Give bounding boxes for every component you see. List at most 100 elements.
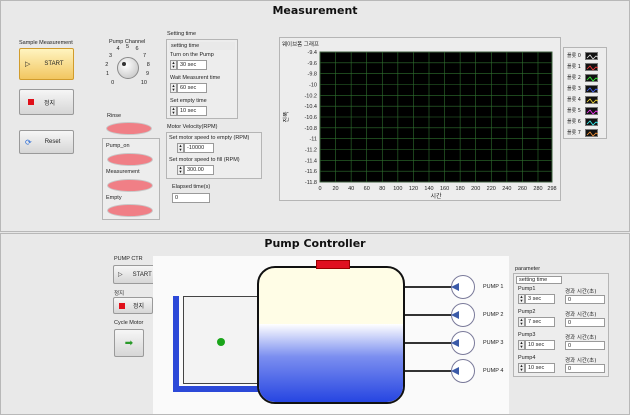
x-tick-label: 20: [333, 186, 339, 192]
pump-stop-button[interactable]: 정지: [113, 297, 153, 314]
turn-on-spinner[interactable]: ▲ ▼: [170, 60, 177, 70]
param-pump-control[interactable]: ▲ ▼ 10 sec: [518, 363, 555, 373]
cycle-motor-button[interactable]: ➡: [114, 329, 144, 357]
legend-item[interactable]: 플롯 0: [564, 50, 604, 61]
dial-tick-label: 6: [135, 46, 139, 53]
start-button[interactable]: ▷ START: [19, 48, 74, 80]
x-tick-label: 60: [364, 186, 370, 192]
x-tick-label: 240: [502, 186, 511, 192]
dial-tick-label: 1: [106, 71, 110, 78]
motor-fill-control[interactable]: ▲ ▼ 300.00: [177, 165, 214, 175]
empty-indicator: [107, 204, 153, 217]
param-pump-name: Pump2: [518, 309, 536, 315]
param-pump-spinner[interactable]: ▲ ▼: [518, 340, 525, 350]
pipe-4: [405, 370, 451, 372]
pump-controller-panel: Pump Controller PUMP CTR ▷ START 정지 정지 C…: [0, 233, 630, 415]
motor-empty-control[interactable]: ▲ ▼ -10000: [177, 143, 214, 153]
legend-swatch: [584, 62, 599, 71]
elapsed-display: 0: [172, 193, 210, 203]
y-tick-label: -11.4: [305, 158, 317, 164]
dial-knob[interactable]: [117, 57, 139, 79]
motor-fill-input[interactable]: 300.00: [184, 165, 214, 175]
x-tick-label: 280: [533, 186, 542, 192]
pump-stop-label: 정지: [133, 304, 145, 310]
pump-3-label: PUMP 3: [483, 340, 504, 346]
legend-item-name: 플롯 4: [567, 97, 581, 103]
rinse-label: Rinse: [107, 113, 122, 119]
legend-item[interactable]: 플롯 5: [564, 105, 604, 116]
param-elapsed-label: 경과 시간(초): [565, 289, 597, 295]
legend-item[interactable]: 플롯 1: [564, 61, 604, 72]
legend-item[interactable]: 플롯 3: [564, 83, 604, 94]
y-tick-label: -10.2: [304, 93, 317, 99]
param-pump-control[interactable]: ▲ ▼ 7 sec: [518, 317, 555, 327]
dial-tick-label: 4: [116, 46, 120, 53]
pump-on-indicator: [107, 153, 153, 166]
x-tick-label: 160: [440, 186, 449, 192]
param-pump-spinner[interactable]: ▲ ▼: [518, 294, 525, 304]
turn-on-label: Turn on the Pump: [170, 52, 214, 58]
pump-3-icon: [451, 331, 475, 355]
param-setting-time-label: setting time: [516, 276, 562, 284]
motor-empty-spinner[interactable]: ▲ ▼: [177, 143, 184, 153]
stop-button[interactable]: 정지: [19, 89, 74, 115]
param-pump-input[interactable]: 10 sec: [525, 340, 555, 350]
turn-on-input[interactable]: 30 sec: [177, 60, 207, 70]
empty-time-control[interactable]: ▲ ▼ 10 sec: [170, 106, 207, 116]
dial-tick-label: 2: [105, 61, 109, 68]
measurement-indicator: [107, 179, 153, 192]
rinse-indicator: [106, 122, 152, 135]
legend-swatch: [584, 95, 599, 104]
tank-cap: [316, 260, 350, 269]
legend-item-name: 플롯 3: [567, 86, 581, 92]
y-tick-label: -10: [309, 83, 317, 89]
y-tick-label: -11.8: [305, 180, 317, 186]
param-pump-control[interactable]: ▲ ▼ 3 sec: [518, 294, 555, 304]
pump-channel-dial[interactable]: 0 1 2 3 4 5 6 7 8 9 10: [105, 43, 155, 93]
legend-item[interactable]: 플롯 4: [564, 94, 604, 105]
legend-item-name: 플롯 6: [567, 119, 581, 125]
param-pump-input[interactable]: 3 sec: [525, 294, 555, 304]
reset-icon: ⟳: [25, 137, 32, 147]
motor-empty-input[interactable]: -10000: [184, 143, 214, 153]
pipe-2: [405, 314, 451, 316]
legend-swatch: [584, 106, 599, 115]
x-tick-label: 220: [487, 186, 496, 192]
dial-tick-label: 3: [109, 52, 113, 59]
pump-4-icon: [451, 359, 475, 383]
y-tick-label: -10.6: [304, 115, 317, 121]
pump-2-icon: [451, 303, 475, 327]
y-tick-label: -9.6: [308, 61, 317, 67]
motor-fill-spinner[interactable]: ▲ ▼: [177, 165, 184, 175]
legend-item[interactable]: 플롯 6: [564, 116, 604, 127]
pump-start-button[interactable]: ▷ START: [113, 265, 158, 284]
param-pump-input[interactable]: 10 sec: [525, 363, 555, 373]
param-pump-input[interactable]: 7 sec: [525, 317, 555, 327]
turn-on-control[interactable]: ▲ ▼ 30 sec: [170, 60, 207, 70]
empty-time-label: Set empty time: [170, 98, 207, 104]
legend-item-name: 플롯 2: [567, 75, 581, 81]
pump-controller-title: Pump Controller: [264, 237, 366, 250]
pipe-3: [405, 342, 451, 344]
pipe-1: [405, 286, 451, 288]
legend-item[interactable]: 플롯 7: [564, 127, 604, 138]
dial-tick-label: 9: [145, 71, 150, 78]
y-tick-label: -9.8: [308, 72, 317, 78]
empty-time-spinner[interactable]: ▲ ▼: [170, 106, 177, 116]
legend-item[interactable]: 플롯 2: [564, 72, 604, 83]
wait-spinner[interactable]: ▲ ▼: [170, 83, 177, 93]
wait-label: Wait Measurent time: [170, 75, 221, 81]
tank-diagram: PUMP 1 PUMP 2 PUMP 3 PUMP 4: [153, 256, 509, 414]
param-pump-control[interactable]: ▲ ▼ 10 sec: [518, 340, 555, 350]
chart-svg: 0 20 40 60 80 100 120 140 160 180 200 220 240 260 280 2…: [282, 50, 557, 200]
motor-empty-label: Set motor speed to empty (RPM): [169, 135, 250, 141]
param-pump-spinner[interactable]: ▲ ▼: [518, 363, 525, 373]
wait-input[interactable]: 60 sec: [177, 83, 207, 93]
reset-button[interactable]: ⟳ Reset: [19, 130, 74, 154]
empty-time-input[interactable]: 10 sec: [177, 106, 207, 116]
param-pump-spinner[interactable]: ▲ ▼: [518, 317, 525, 327]
motor-velocity-group: Set motor speed to empty (RPM) ▲ ▼ -10000…: [166, 132, 262, 179]
wait-control[interactable]: ▲ ▼ 60 sec: [170, 83, 207, 93]
y-tick-label: -9.4: [308, 50, 317, 56]
legend-swatch: [584, 117, 599, 126]
